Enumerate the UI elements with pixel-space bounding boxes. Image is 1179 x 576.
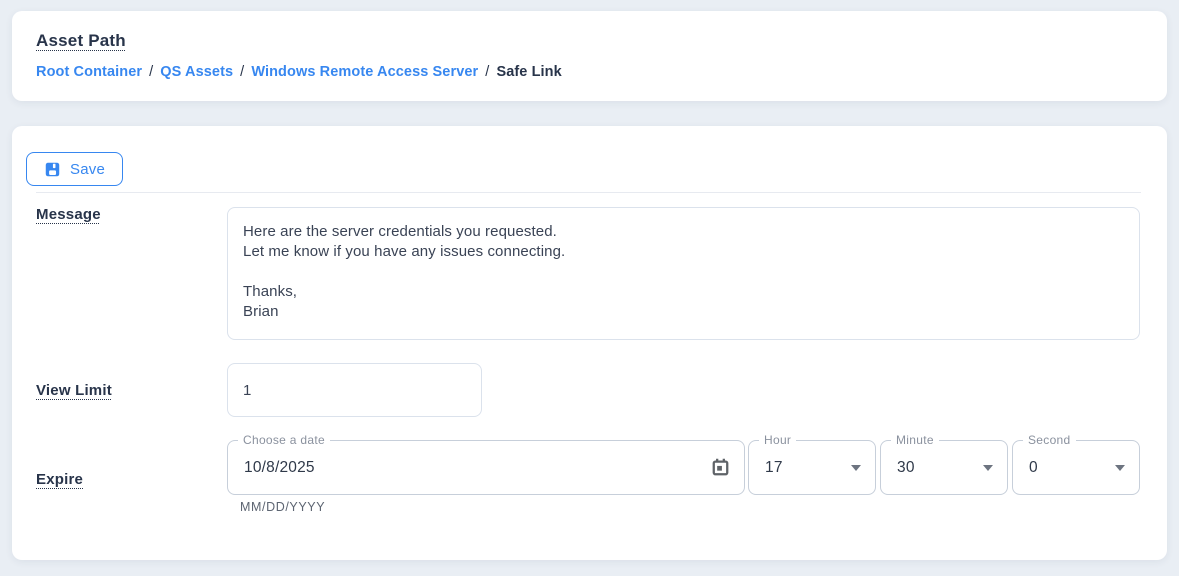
breadcrumb-link-qs-assets[interactable]: QS Assets — [160, 64, 233, 80]
breadcrumb-current: Safe Link — [496, 64, 561, 80]
asset-path-card: Asset Path Root Container / QS Assets / … — [12, 11, 1167, 101]
breadcrumb: Root Container / QS Assets / Windows Rem… — [36, 64, 1143, 80]
save-button[interactable]: Save — [26, 152, 123, 186]
expire-label: Expire — [36, 471, 83, 488]
second-select-floating-label: Second — [1023, 433, 1076, 448]
message-textarea[interactable]: Here are the server credentials you requ… — [227, 207, 1140, 340]
expire-date-input[interactable] — [228, 459, 702, 477]
hour-select-floating-label: Hour — [759, 433, 796, 448]
open-calendar-button[interactable] — [702, 450, 738, 486]
page-title: Asset Path — [36, 31, 126, 51]
minute-select-value: 30 — [881, 459, 983, 477]
chevron-down-icon — [983, 465, 993, 471]
expire-date-field: Choose a date — [227, 440, 745, 495]
calendar-icon — [710, 457, 731, 478]
chevron-down-icon — [851, 465, 861, 471]
date-format-hint: MM/DD/YYYY — [240, 500, 325, 514]
floppy-disk-icon — [44, 161, 61, 178]
message-label: Message — [36, 206, 101, 223]
hour-select-value: 17 — [749, 459, 851, 477]
breadcrumb-link-windows-remote-access-server[interactable]: Windows Remote Access Server — [251, 64, 478, 80]
save-button-label: Save — [70, 161, 105, 178]
second-select-value: 0 — [1013, 459, 1115, 477]
date-field-floating-label: Choose a date — [238, 433, 330, 448]
breadcrumb-separator: / — [240, 64, 244, 80]
hour-select[interactable]: Hour 17 — [748, 440, 876, 495]
toolbar-divider — [36, 192, 1141, 193]
minute-select[interactable]: Minute 30 — [880, 440, 1008, 495]
safe-link-form-card: Save Message Here are the server credent… — [12, 126, 1167, 560]
view-limit-input[interactable] — [227, 363, 482, 417]
breadcrumb-separator: / — [149, 64, 153, 80]
chevron-down-icon — [1115, 465, 1125, 471]
view-limit-label: View Limit — [36, 382, 112, 399]
breadcrumb-link-root-container[interactable]: Root Container — [36, 64, 142, 80]
minute-select-floating-label: Minute — [891, 433, 939, 448]
second-select[interactable]: Second 0 — [1012, 440, 1140, 495]
breadcrumb-separator: / — [485, 64, 489, 80]
